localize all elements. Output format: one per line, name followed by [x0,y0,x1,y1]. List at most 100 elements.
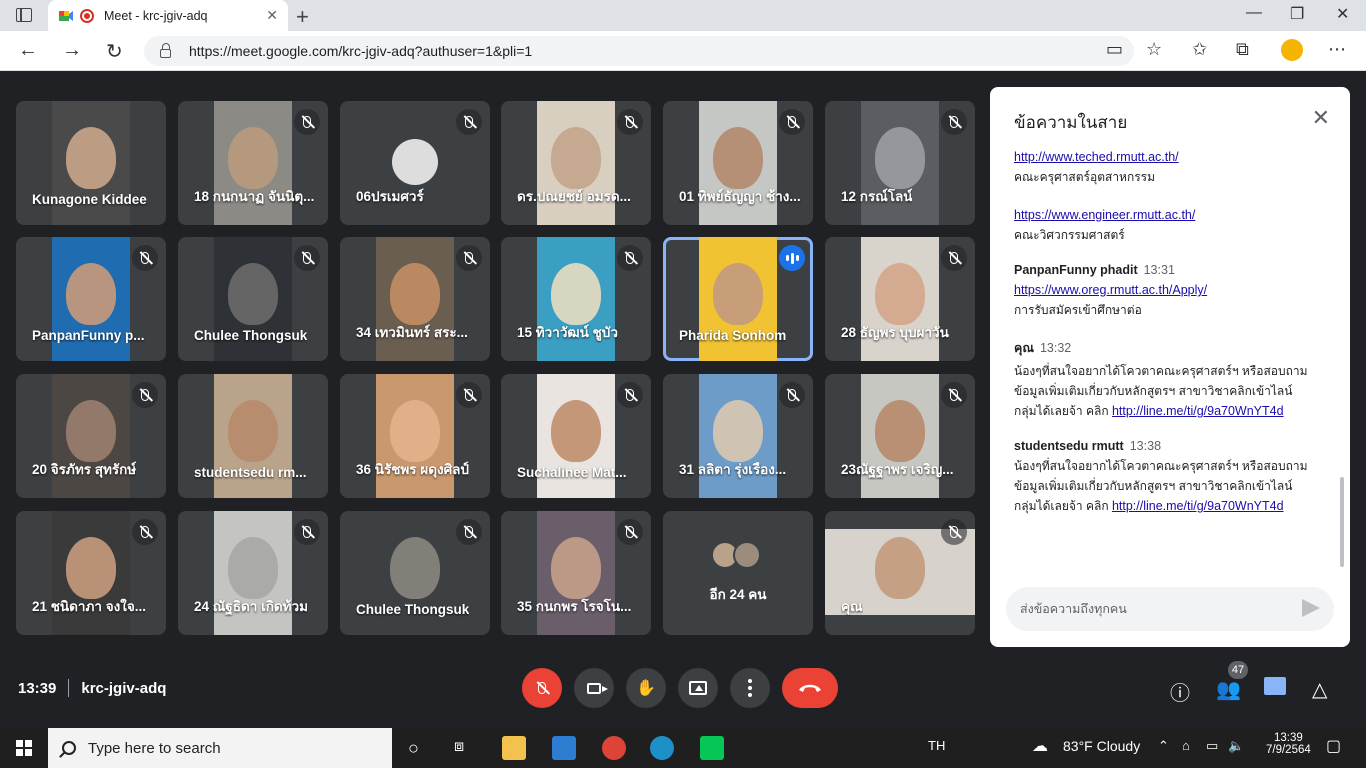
camera-icon [587,682,608,694]
message-link[interactable]: http://line.me/ti/g/9a70WnYT4d [1112,404,1284,418]
message-link[interactable]: https://www.engineer.rmutt.ac.th/ [1014,208,1195,222]
chat-scrollbar[interactable] [1340,477,1344,567]
muted-mic-icon [617,382,643,408]
message-text: ข้อมูลเพิ่มเติมเกี่ยวกับหลักสูตรฯ สาขาวิ… [1014,479,1293,493]
participant-face [228,127,278,189]
present-button[interactable] [678,668,718,708]
muted-mic-icon [294,109,320,135]
muted-mic-icon [294,245,320,271]
participant-tile[interactable]: studentsedu rm... [178,374,328,498]
windows-start-icon[interactable] [16,740,32,756]
url-field[interactable]: https://meet.google.com/krc-jgiv-adq?aut… [144,36,1134,66]
mic-toggle-button[interactable] [522,668,562,708]
participant-tile[interactable]: Kunagone Kiddee [16,101,166,225]
leave-call-button[interactable] [782,668,838,708]
participant-tile[interactable]: 28 ธัญพร บุบผาวัน [825,237,975,361]
battery-icon[interactable]: ▭ [1206,738,1218,754]
participant-tile[interactable]: Suchalinee Mat... [501,374,651,498]
raise-hand-button[interactable]: ✋ [626,668,666,708]
participant-tile[interactable]: PanpanFunny p... [16,237,166,361]
participant-tile[interactable]: 35 กนกพร โรจโน... [501,511,651,635]
participant-tile[interactable]: 36 นิรัชพร ผดุงศิลป์ [340,374,490,498]
participant-name: Kunagone Kiddee [32,192,147,207]
muted-mic-icon [617,109,643,135]
activities-icon[interactable]: △ [1312,677,1327,702]
participant-count-badge: 47 [1228,661,1248,679]
participant-tile[interactable]: คุณ [825,511,975,635]
tab-close-icon[interactable]: ✕ [266,7,278,24]
participant-tile[interactable]: 24 ณัฐธิดา เกิดท้วม [178,511,328,635]
photos-icon[interactable] [552,736,576,760]
clock-date: 7/9/2564 [1266,744,1311,756]
network-icon[interactable]: ⌂ [1182,738,1190,753]
participant-tile[interactable]: 01 ทิพย์ธัญญา ช้าง... [663,101,813,225]
cortana-icon[interactable]: ○ [408,738,419,759]
participant-face [228,400,278,462]
back-icon[interactable]: ← [18,39,38,62]
participant-tile[interactable]: Chulee Thongsuk [340,511,490,635]
message-link[interactable]: http://www.teched.rmutt.ac.th/ [1014,150,1179,164]
profile-avatar[interactable] [1281,39,1303,61]
chat-input[interactable]: ส่งข้อความถึงทุกคน [1006,587,1334,631]
camera-permission-icon[interactable]: ▭ [1106,39,1123,60]
settings-more-icon[interactable]: ⋯ [1328,39,1346,60]
chat-close-icon[interactable]: ✕ [1312,105,1330,131]
participant-tile[interactable]: Chulee Thongsuk [178,237,328,361]
participant-tile[interactable]: 34 เทวมินทร์ สระ... [340,237,490,361]
forward-icon[interactable]: → [62,39,82,62]
minimize-icon[interactable]: — [1246,4,1262,22]
participant-name: 35 กนกพร โรจโน... [517,599,632,614]
participant-tile[interactable]: 18 กนกนาฏ จันนิตุ... [178,101,328,225]
participant-tile[interactable]: 31 ลลิตา รุ่งเรือง... [663,374,813,498]
edge-icon[interactable] [650,736,674,760]
people-icon[interactable]: 👥 [1216,677,1241,702]
message-link[interactable]: https://www.oreg.rmutt.ac.th/Apply/ [1014,283,1207,297]
participant-name: 24 ณัฐธิดา เกิดท้วม [194,599,309,614]
weather-cloud-icon[interactable]: ☁ [1032,736,1048,756]
taskbar-clock[interactable]: 13:39 7/9/2564 [1266,732,1311,756]
notifications-icon[interactable]: ▢ [1326,736,1341,756]
participant-tile[interactable]: ดร.ปณยชย์ อมรด... [501,101,651,225]
tab-actions-icon[interactable] [16,8,32,22]
participant-tile[interactable]: 21 ชนิดาภา จงใจ... [16,511,166,635]
participant-name: Suchalinee Mat... [517,465,627,480]
chrome-icon[interactable] [602,736,626,760]
language-indicator[interactable]: TH [928,738,945,753]
file-explorer-icon[interactable] [502,736,526,760]
reload-icon[interactable]: ↻ [106,39,123,64]
participant-tile[interactable]: 12 กรณ์โลน์ [825,101,975,225]
participant-tile[interactable]: อีก 24 คน [663,511,813,635]
more-options-button[interactable] [730,668,770,708]
maximize-icon[interactable]: ❐ [1290,4,1304,24]
participant-tile[interactable]: 23ณัฐฐาพร เจริญ... [825,374,975,498]
new-tab-icon[interactable]: + [296,4,309,30]
participant-tile[interactable]: 15 ทิวาวัฒน์ ชูบัว [501,237,651,361]
windows-taskbar: Type here to search ○ ⧈ TH ☁ 83°F Cloudy… [0,728,1366,768]
collections-icon[interactable]: ⧉ [1236,39,1249,60]
task-view-icon[interactable]: ⧈ [454,738,464,756]
meeting-time: 13:39 [18,679,57,697]
camera-toggle-button[interactable] [574,668,614,708]
participant-name: 36 นิรัชพร ผดุงศิลป์ [356,462,469,477]
weather-text[interactable]: 83°F Cloudy [1063,738,1140,754]
participant-tile[interactable]: 20 จิรภัทร สุทรักษ์ [16,374,166,498]
window-close-icon[interactable]: ✕ [1336,4,1349,24]
participant-face [66,537,116,599]
chat-message: http://www.teched.rmutt.ac.th/คณะครุศาสต… [1014,147,1314,187]
message-text: น้องๆที่สนใจอยากได้โควตาคณะครุศาสตร์ฯ หร… [1014,364,1308,378]
meeting-details-icon[interactable]: ⓘ [1170,677,1190,706]
line-icon[interactable] [700,736,724,760]
muted-mic-icon [779,382,805,408]
chat-icon[interactable] [1264,677,1286,695]
send-icon[interactable] [1302,599,1320,617]
taskbar-search[interactable]: Type here to search [48,728,392,768]
volume-icon[interactable]: 🔈 [1228,738,1244,754]
participant-tile[interactable]: Pharida Sonhom [663,237,813,361]
browser-tab[interactable]: Meet - krc-jgiv-adq ✕ [48,0,288,31]
show-hidden-icons-icon[interactable]: ⌃ [1158,738,1169,754]
add-favorite-icon[interactable]: ☆ [1146,39,1162,60]
chat-input-placeholder: ส่งข้อความถึงทุกคน [1020,602,1127,616]
favorites-icon[interactable]: ✩ [1192,39,1207,60]
participant-tile[interactable]: 06ปรเมศวร์ [340,101,490,225]
message-link[interactable]: http://line.me/ti/g/9a70WnYT4d [1112,499,1284,513]
